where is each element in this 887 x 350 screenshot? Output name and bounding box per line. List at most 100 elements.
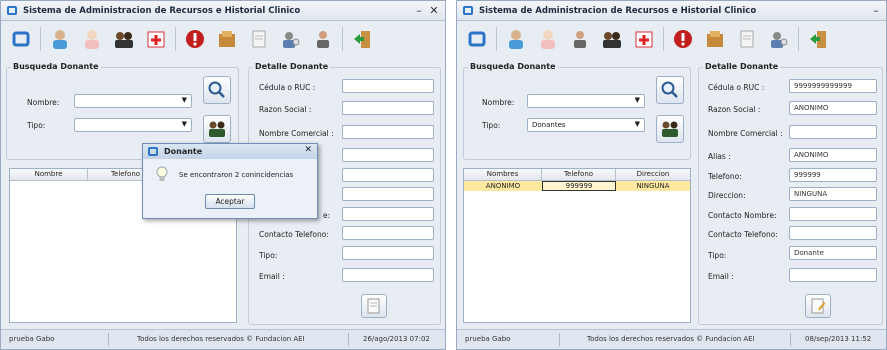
tipo-label: Tipo: — [482, 121, 501, 130]
list-header: Nombres Telefono Direccion — [464, 169, 690, 181]
patients-icon[interactable] — [502, 25, 530, 53]
edit-button[interactable] — [361, 294, 387, 318]
telefono-field[interactable] — [342, 168, 434, 182]
contacto-telefono-field[interactable] — [342, 226, 434, 240]
alert-icon[interactable] — [669, 25, 697, 53]
cedula-field[interactable] — [342, 79, 434, 93]
column-header[interactable]: Direccion — [616, 169, 690, 180]
report-icon[interactable] — [245, 25, 273, 53]
title-bar: Sistema de Administracion de Recursos e … — [1, 1, 445, 21]
nombre-comercial-field[interactable] — [789, 125, 877, 139]
donors-filter-button[interactable] — [656, 115, 684, 143]
detail-label: Razon Social : — [259, 105, 312, 114]
table-cell: NINGUNA — [636, 182, 670, 190]
contacto-nombre-field[interactable] — [789, 207, 877, 221]
edit-document-icon — [367, 298, 380, 314]
contacto-nombre-field[interactable] — [342, 207, 434, 221]
tipo-selected-value: Donantes — [532, 121, 566, 129]
email-field[interactable] — [342, 268, 434, 282]
minimize-icon[interactable]: – — [413, 4, 425, 17]
status-rights: Todos los derechos reservados © Fundacio… — [137, 335, 305, 343]
toolbar-separator — [496, 27, 497, 51]
app-icon — [463, 6, 473, 15]
inventory-icon[interactable] — [213, 25, 241, 53]
detail-label: e: — [323, 211, 331, 220]
user-icon[interactable] — [309, 25, 337, 53]
search-icon — [661, 81, 678, 98]
doctor-icon[interactable] — [78, 25, 106, 53]
patients-icon[interactable] — [46, 25, 74, 53]
detail-group-legend: Detalle Donante — [703, 62, 781, 71]
title-bar: Sistema de Administracion de Recursos e … — [457, 1, 886, 21]
alert-icon[interactable] — [181, 25, 209, 53]
toolbar — [457, 21, 886, 57]
email-field[interactable] — [789, 268, 877, 282]
minimize-icon[interactable]: – — [870, 4, 882, 17]
first-aid-icon[interactable] — [630, 25, 658, 53]
home-icon[interactable] — [7, 25, 35, 53]
donors-icon[interactable] — [598, 25, 626, 53]
toolbar-separator — [342, 27, 343, 51]
detail-label: Email : — [708, 272, 734, 281]
razon-social-field[interactable] — [342, 101, 434, 115]
first-aid-icon[interactable] — [142, 25, 170, 53]
tipo-field[interactable]: Donante — [789, 246, 877, 260]
tipo-select[interactable]: ▼ — [74, 118, 192, 132]
users-icon[interactable] — [765, 25, 793, 53]
donors-icon — [209, 121, 225, 137]
nombre-comercial-field[interactable] — [342, 125, 434, 139]
app-icon — [7, 6, 17, 15]
user-icon[interactable] — [566, 25, 594, 53]
detail-label: Contacto Telefono: — [259, 230, 329, 239]
toolbar-separator — [798, 27, 799, 51]
close-icon[interactable]: ✕ — [304, 145, 312, 155]
accept-button[interactable]: Aceptar — [205, 194, 255, 209]
exit-icon[interactable] — [804, 25, 832, 53]
column-header[interactable]: Nombres — [464, 169, 542, 180]
column-header[interactable]: Telefono — [542, 169, 616, 180]
users-icon[interactable] — [277, 25, 305, 53]
window-title: Sistema de Administracion de Recursos e … — [23, 5, 301, 16]
direccion-field[interactable] — [342, 187, 434, 201]
toolbar — [1, 21, 445, 57]
detail-label: Razon Social : — [708, 105, 761, 114]
search-group-legend: Busqueda Donante — [11, 62, 101, 71]
alias-field[interactable] — [342, 148, 434, 162]
tipo-select[interactable]: Donantes ▼ — [527, 118, 645, 132]
dialog-title: Donante — [164, 147, 203, 156]
telefono-field[interactable]: 999999 — [789, 168, 877, 182]
razon-social-field[interactable]: ANONIMO — [789, 101, 877, 115]
app-icon — [148, 147, 158, 156]
main-window-right: Sistema de Administracion de Recursos e … — [456, 0, 887, 350]
chevron-down-icon: ▼ — [634, 96, 640, 104]
report-icon[interactable] — [733, 25, 761, 53]
status-user: prueba Gabo — [9, 335, 55, 343]
donors-icon[interactable] — [110, 25, 138, 53]
alias-field[interactable]: ANONIMO — [789, 148, 877, 162]
donors-filter-button[interactable] — [203, 115, 231, 143]
exit-icon[interactable] — [348, 25, 376, 53]
nombre-select[interactable]: ▼ — [74, 94, 192, 108]
status-bar: prueba Gabo Todos los derechos reservado… — [1, 329, 445, 349]
tipo-field[interactable] — [342, 246, 434, 260]
inventory-icon[interactable] — [701, 25, 729, 53]
column-header[interactable]: Nombre — [10, 169, 88, 180]
table-row[interactable]: ANONIMO 999999 NINGUNA — [464, 181, 690, 191]
close-icon[interactable]: ✕ — [428, 4, 440, 17]
dialog-title-bar: Donante — [143, 144, 317, 159]
search-button[interactable] — [203, 76, 231, 104]
nombre-select[interactable]: ▼ — [527, 94, 645, 108]
home-icon[interactable] — [463, 25, 491, 53]
search-button[interactable] — [656, 76, 684, 104]
contacto-telefono-field[interactable] — [789, 226, 877, 240]
doctor-icon[interactable] — [534, 25, 562, 53]
detail-label: Cédula o RUC : — [708, 83, 765, 92]
status-user: prueba Gabo — [465, 335, 511, 343]
nombre-label: Nombre: — [27, 98, 60, 107]
donante-dialog: Donante ✕ Se encontraron 2 conincidencia… — [142, 143, 318, 219]
results-list[interactable]: Nombres Telefono Direccion ANONIMO 99999… — [463, 168, 691, 323]
cedula-field[interactable]: 9999999999999 — [789, 79, 877, 93]
direccion-field[interactable]: NINGUNA — [789, 187, 877, 201]
detail-label: Cédula o RUC : — [259, 83, 316, 92]
edit-button[interactable] — [805, 294, 831, 318]
